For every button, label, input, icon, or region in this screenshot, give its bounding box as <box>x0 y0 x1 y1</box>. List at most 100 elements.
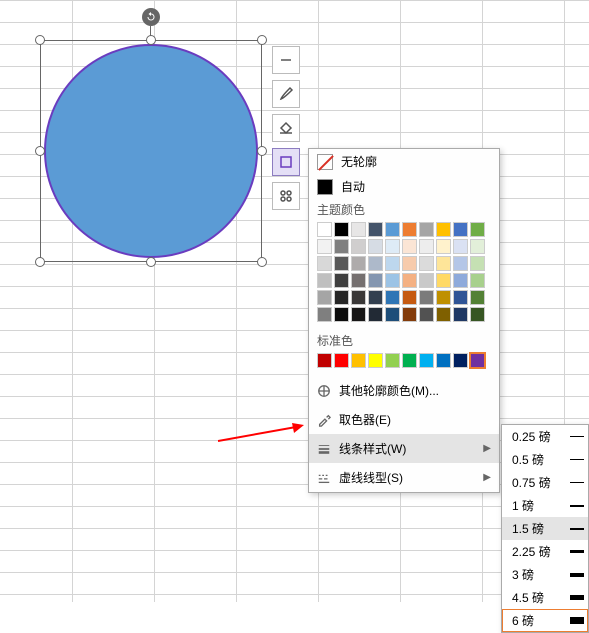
shape-effects-button[interactable] <box>272 182 300 210</box>
color-swatch[interactable] <box>351 307 366 322</box>
more-outline-colors-item[interactable]: 其他轮廓颜色(M)... <box>309 376 499 405</box>
color-swatch[interactable] <box>334 353 349 368</box>
selected-shape[interactable] <box>40 40 262 262</box>
color-swatch[interactable] <box>385 239 400 254</box>
resize-handle[interactable] <box>35 35 45 45</box>
color-swatch[interactable] <box>419 256 434 271</box>
color-swatch[interactable] <box>334 307 349 322</box>
color-swatch[interactable] <box>334 239 349 254</box>
color-swatch[interactable] <box>436 239 451 254</box>
color-swatch[interactable] <box>368 273 383 288</box>
color-swatch[interactable] <box>351 239 366 254</box>
color-swatch[interactable] <box>334 256 349 271</box>
resize-handle[interactable] <box>35 257 45 267</box>
resize-handle[interactable] <box>35 146 45 156</box>
color-swatch[interactable] <box>419 307 434 322</box>
line-weight-option[interactable]: 2.25 磅 <box>502 540 588 563</box>
color-swatch[interactable] <box>402 290 417 305</box>
fill-color-button[interactable] <box>272 80 300 108</box>
color-swatch[interactable] <box>419 222 434 237</box>
color-swatch[interactable] <box>453 222 468 237</box>
color-swatch[interactable] <box>351 290 366 305</box>
line-weight-option[interactable]: 0.25 磅 <box>502 425 588 448</box>
circle-shape[interactable] <box>44 44 258 258</box>
shape-outline-button[interactable] <box>272 148 300 176</box>
resize-handle[interactable] <box>146 35 156 45</box>
color-swatch[interactable] <box>470 239 485 254</box>
collapse-button[interactable] <box>272 46 300 74</box>
resize-handle[interactable] <box>257 257 267 267</box>
color-swatch[interactable] <box>368 353 383 368</box>
color-swatch[interactable] <box>470 256 485 271</box>
color-swatch[interactable] <box>402 307 417 322</box>
color-swatch[interactable] <box>334 222 349 237</box>
color-swatch[interactable] <box>436 222 451 237</box>
color-swatch[interactable] <box>334 290 349 305</box>
dash-type-item[interactable]: 虚线线型(S) ▶ <box>309 463 499 492</box>
line-weight-item[interactable]: 线条样式(W) ▶ <box>309 434 499 463</box>
line-weight-option[interactable]: 0.5 磅 <box>502 448 588 471</box>
color-swatch[interactable] <box>385 353 400 368</box>
color-swatch[interactable] <box>402 353 417 368</box>
resize-handle[interactable] <box>257 146 267 156</box>
color-swatch[interactable] <box>351 353 366 368</box>
color-swatch[interactable] <box>402 256 417 271</box>
line-weight-option[interactable]: 1.5 磅 <box>502 517 588 540</box>
color-swatch[interactable] <box>470 307 485 322</box>
no-outline-item[interactable]: 无轮廓 <box>309 149 499 174</box>
rotate-handle[interactable] <box>142 8 160 26</box>
color-swatch[interactable] <box>436 290 451 305</box>
color-swatch[interactable] <box>453 290 468 305</box>
eyedropper-item[interactable]: 取色器(E) <box>309 405 499 434</box>
color-swatch[interactable] <box>385 222 400 237</box>
color-swatch[interactable] <box>385 256 400 271</box>
color-swatch[interactable] <box>419 290 434 305</box>
color-swatch[interactable] <box>470 273 485 288</box>
line-weight-option[interactable]: 6 磅 <box>502 609 588 632</box>
color-swatch[interactable] <box>317 307 332 322</box>
color-swatch[interactable] <box>368 256 383 271</box>
color-swatch[interactable] <box>470 222 485 237</box>
shape-fill-button[interactable] <box>272 114 300 142</box>
color-swatch[interactable] <box>453 353 468 368</box>
line-weight-option[interactable]: 0.75 磅 <box>502 471 588 494</box>
color-swatch[interactable] <box>436 307 451 322</box>
color-swatch[interactable] <box>453 273 468 288</box>
color-swatch[interactable] <box>334 273 349 288</box>
color-swatch[interactable] <box>351 222 366 237</box>
color-swatch[interactable] <box>470 290 485 305</box>
color-swatch[interactable] <box>385 307 400 322</box>
color-swatch[interactable] <box>436 273 451 288</box>
resize-handle[interactable] <box>257 35 267 45</box>
color-swatch[interactable] <box>368 307 383 322</box>
color-swatch[interactable] <box>351 273 366 288</box>
color-swatch[interactable] <box>317 290 332 305</box>
line-weight-option[interactable]: 4.5 磅 <box>502 586 588 609</box>
auto-outline-item[interactable]: 自动 <box>309 174 499 199</box>
color-swatch[interactable] <box>317 256 332 271</box>
color-swatch[interactable] <box>470 353 485 368</box>
color-swatch[interactable] <box>419 353 434 368</box>
color-swatch[interactable] <box>436 256 451 271</box>
color-swatch[interactable] <box>436 353 451 368</box>
color-swatch[interactable] <box>402 222 417 237</box>
color-swatch[interactable] <box>368 222 383 237</box>
color-swatch[interactable] <box>402 239 417 254</box>
color-swatch[interactable] <box>385 273 400 288</box>
resize-handle[interactable] <box>146 257 156 267</box>
color-swatch[interactable] <box>317 273 332 288</box>
color-swatch[interactable] <box>385 290 400 305</box>
line-weight-option[interactable]: 3 磅 <box>502 563 588 586</box>
color-swatch[interactable] <box>453 239 468 254</box>
color-swatch[interactable] <box>453 256 468 271</box>
color-swatch[interactable] <box>453 307 468 322</box>
color-swatch[interactable] <box>317 353 332 368</box>
color-swatch[interactable] <box>368 290 383 305</box>
color-swatch[interactable] <box>351 256 366 271</box>
color-swatch[interactable] <box>317 239 332 254</box>
line-weight-option[interactable]: 1 磅 <box>502 494 588 517</box>
color-swatch[interactable] <box>402 273 417 288</box>
color-swatch[interactable] <box>419 273 434 288</box>
color-swatch[interactable] <box>368 239 383 254</box>
color-swatch[interactable] <box>317 222 332 237</box>
